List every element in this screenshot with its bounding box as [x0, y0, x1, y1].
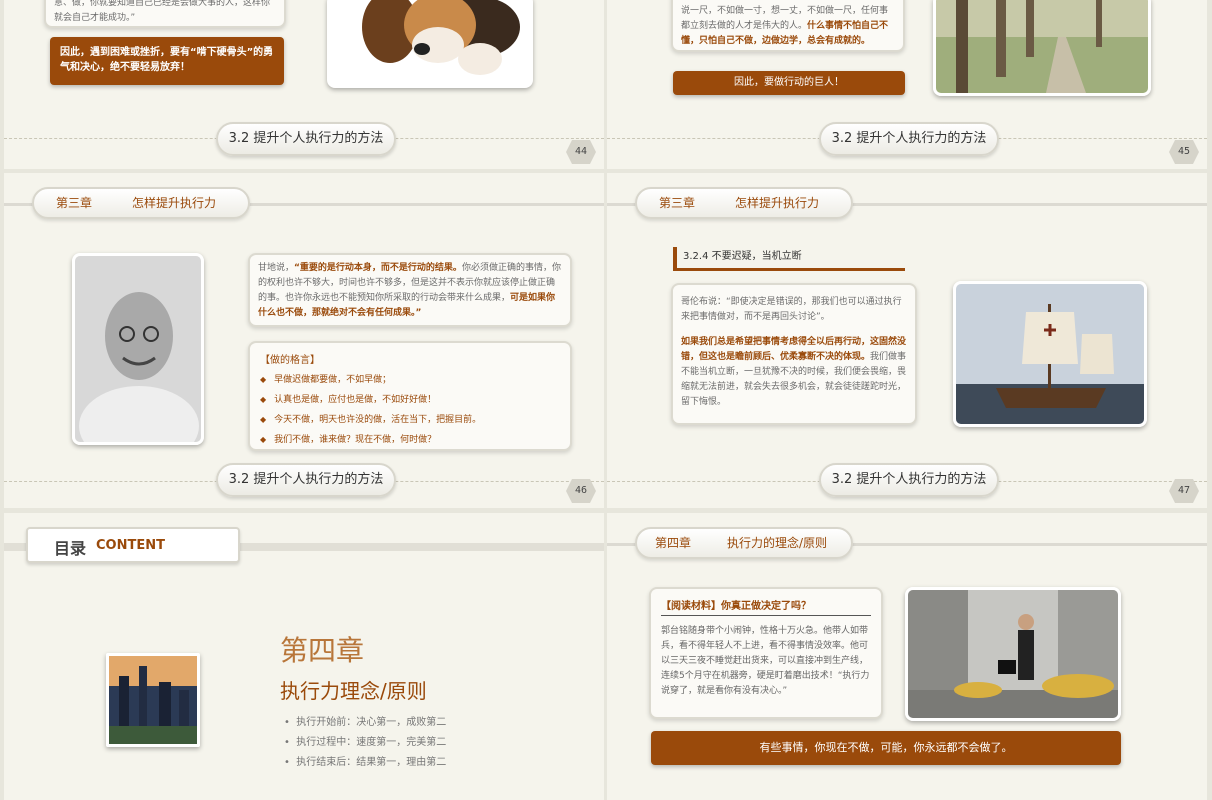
gandhi-photo	[72, 253, 204, 445]
motto-item: 今天不做，明天也许没的做，活在当下，把握目前。	[260, 410, 560, 430]
principle-item: • 执行结束后：结果第一，理由第二	[284, 757, 447, 768]
gandhi-image	[75, 256, 201, 442]
quote-text: 说一尺，不如做一寸，想一丈，不如做一尺，任何事都立刻去做的人才是伟大的人。什么事…	[681, 4, 895, 49]
slide-49[interactable]: 第四章 执行力的理念/原则 【阅读材料】你真正做决定了吗？ 郭台铭随身带个小闹钟…	[607, 513, 1207, 800]
chapter-tab: 第三章 怎样提升执行力	[635, 187, 853, 219]
slide-45[interactable]: 说一尺，不如做一寸，想一丈，不如做一尺，任何事都立刻去做的人才是伟大的人。什么事…	[607, 0, 1207, 169]
toc-header: 目录 CONTENT	[26, 527, 240, 563]
city-photo	[106, 653, 200, 747]
ship-image	[956, 284, 1144, 424]
chapter-tab: 第四章 执行力的理念/原则	[635, 527, 853, 559]
slide-48[interactable]: 目录 CONTENT 第四章 执行力理念/原则 • 执行开始前：决心第一，成败第…	[4, 513, 604, 800]
chapter-title: 执行力理念/原则	[280, 679, 427, 703]
motto-item: 认真也是做，应付也是做，不如好好做！	[260, 390, 560, 410]
footer-title-pill: 3.2 提升个人执行力的方法	[819, 463, 999, 497]
page-number: 44	[566, 140, 596, 164]
slide-47[interactable]: 第三章 怎样提升执行力 3.2.4 不要迟疑，当机立断 哥伦布说：“即使决定是错…	[607, 173, 1207, 508]
principle-text: 执行过程中：速度第一，完美第二	[296, 737, 447, 748]
quote-highlight: “重要的是行动本身，而不是行动的结果。	[294, 263, 462, 273]
principle-text: 执行开始前：决心第一，成败第二	[296, 717, 447, 728]
text-box: 意、做，你就要知道自己已经是会做大事的人，这样你就会自己才能成功。”	[44, 0, 286, 28]
slide-44[interactable]: 意、做，你就要知道自己已经是会做大事的人，这样你就会自己才能成功。” 因此，遇到…	[4, 0, 604, 169]
reading-title: 【阅读材料】你真正做决定了吗？	[661, 597, 871, 616]
para-2: 如果我们总是希望把事情考虑得全以后再行动，这固然没错，但这也是瞻前顾后、优柔寡断…	[681, 335, 907, 410]
motto-title: 【做的格言】	[260, 355, 320, 366]
motto-item: 早做迟做都要做，不如早做；	[260, 370, 560, 390]
tree-road-photo	[933, 0, 1151, 96]
chapter-name: 怎样提升执行力	[735, 196, 820, 210]
section-title: 3.2.4 不要迟疑，当机立断	[673, 247, 905, 271]
text-tail: 意、做，你就要知道自己已经是会做大事的人，这样你就会自己才能成功。”	[54, 0, 271, 23]
reading-text: 郭台铭随身带个小闹钟，性格十万火急。他带人如带兵，看不得年轻人不上进，看不得事情…	[661, 626, 870, 696]
principle-text: 执行结束后：结果第一，理由第二	[296, 757, 447, 768]
para-1: 哥伦布说：“即使决定是错误的，那我们也可以通过执行来把事情做对，而不是再回头讨论…	[681, 297, 902, 322]
chapter-number: 第三章	[659, 196, 696, 210]
ship-photo	[953, 281, 1147, 427]
columbus-text-box: 哥伦布说：“即使决定是错误的，那我们也可以通过执行来把事情做对，而不是再回头讨论…	[671, 283, 917, 425]
tree-road-image	[936, 0, 1148, 93]
slide-grid: 意、做，你就要知道自己已经是会做大事的人，这样你就会自己才能成功。” 因此，遇到…	[0, 0, 1212, 800]
conclusion-banner: 因此，要做行动的巨人！	[673, 71, 905, 95]
footer-title-pill: 3.2 提升个人执行力的方法	[819, 122, 999, 156]
quote-intro: 甘地说，	[258, 263, 295, 273]
reading-box: 【阅读材料】你真正做决定了吗？ 郭台铭随身带个小闹钟，性格十万火急。他带人如带兵…	[649, 587, 883, 719]
toc-en: CONTENT	[96, 538, 165, 553]
chapter-name: 怎样提升执行力	[132, 196, 217, 210]
chapter-name: 执行力的理念/原则	[727, 536, 828, 550]
chapter-tab: 第三章 怎样提升执行力	[32, 187, 250, 219]
businessman-photo	[905, 587, 1121, 721]
slide-46[interactable]: 第三章 怎样提升执行力 甘地说，“重要的是行动本身，而不是行动的结果。你必须做正…	[4, 173, 604, 508]
chapter-number: 第三章	[56, 196, 93, 210]
principle-item: • 执行开始前：决心第一，成败第二	[284, 717, 447, 728]
gandhi-quote: 甘地说，“重要的是行动本身，而不是行动的结果。你必须做正确的事情，你的权利也许不…	[258, 261, 562, 321]
city-image	[109, 656, 197, 744]
page-number: 46	[566, 479, 596, 503]
text-box: 说一尺，不如做一寸，想一丈，不如做一尺，任何事都立刻去做的人才是伟大的人。什么事…	[671, 0, 905, 52]
dog-photo	[327, 0, 533, 88]
chapter-number: 第四章	[280, 634, 365, 667]
conclusion-banner: 因此，遇到困难或挫折，要有“啃下硬骨头”的勇气和决心，绝不要轻易放弃！	[50, 37, 284, 85]
businessman-image	[908, 590, 1118, 718]
conclusion-banner: 有些事情，你现在不做，可能，你永远都不会做了。	[651, 731, 1121, 765]
page-number: 47	[1169, 479, 1199, 503]
footer-title-pill: 3.2 提升个人执行力的方法	[216, 122, 396, 156]
chapter-number: 第四章	[655, 536, 692, 550]
motto-box: 【做的格言】 早做迟做都要做，不如早做； 认真也是做，应付也是做，不如好好做！ …	[248, 341, 572, 451]
toc-label: 目录	[54, 539, 87, 558]
principle-item: • 执行过程中：速度第一，完美第二	[284, 737, 447, 748]
motto-item: 我们不做，谁来做？现在不做，何时做？	[260, 430, 560, 450]
quote-box: 甘地说，“重要的是行动本身，而不是行动的结果。你必须做正确的事情，你的权利也许不…	[248, 253, 572, 327]
page-number: 45	[1169, 140, 1199, 164]
principle-list: • 执行开始前：决心第一，成败第二 • 执行过程中：速度第一，完美第二 • 执行…	[284, 713, 446, 773]
beagle-image	[330, 0, 530, 85]
footer-title-pill: 3.2 提升个人执行力的方法	[216, 463, 396, 497]
